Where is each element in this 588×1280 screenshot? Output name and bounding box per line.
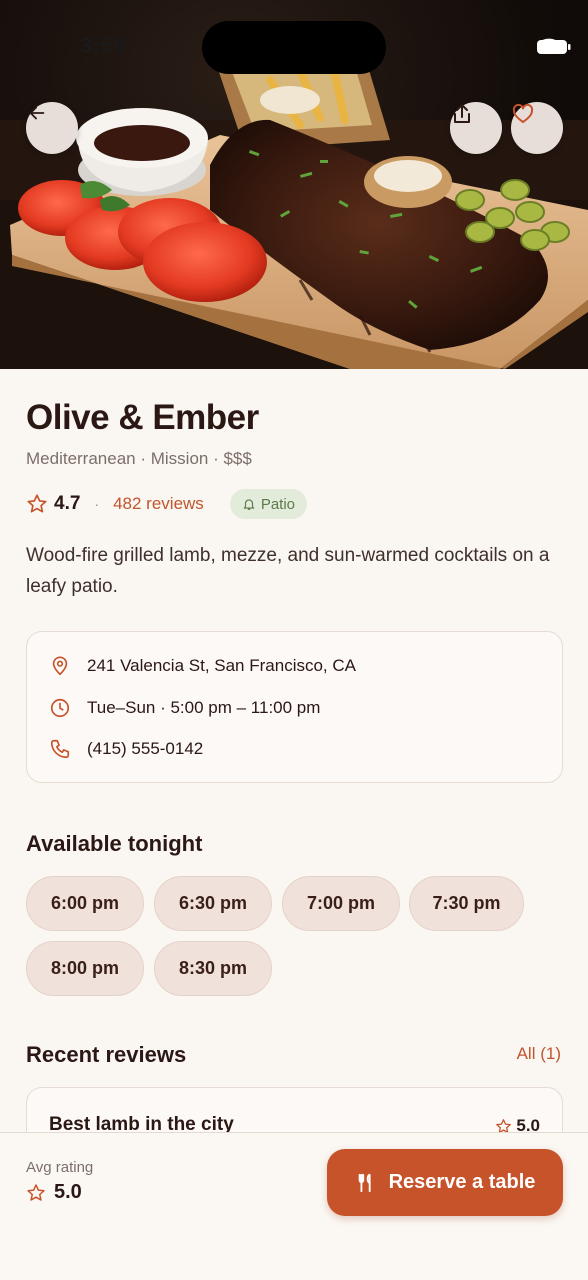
share-icon [454, 104, 470, 123]
phone-row[interactable]: (415) 555-0142 [49, 737, 203, 761]
star-icon [27, 494, 47, 513]
restaurant-name: Olive & Ember [26, 398, 259, 437]
reserve-button[interactable]: Reserve a table [327, 1149, 563, 1216]
clock-icon [50, 698, 70, 718]
utensils-icon [358, 1173, 371, 1192]
reviews-title: Recent reviews [26, 1042, 187, 1067]
separator-dot: · [94, 496, 100, 512]
avg-rating-value: 5.0 [54, 1181, 82, 1203]
available-title: Available tonight [26, 831, 203, 856]
star-icon [27, 1183, 45, 1201]
restaurant-description: Wood-fire grilled lamb, mezze, and sun-w… [26, 545, 550, 597]
time-slot[interactable]: 7:30 pm [409, 876, 524, 931]
heart-icon [512, 103, 534, 123]
back-button[interactable] [26, 102, 78, 154]
hero-image: 3:59 [0, 0, 588, 369]
reserve-button-label: Reserve a table [388, 1171, 536, 1193]
avg-rating: 5.0 [26, 1181, 82, 1204]
status-time: 3:59 [80, 33, 127, 58]
phone-text: (415) 555-0142 [87, 739, 204, 758]
bottom-bar: Avg rating 5.0 Reserve a table [0, 1132, 588, 1280]
time-slot[interactable]: 6:30 pm [154, 876, 272, 931]
phone-icon [50, 739, 70, 759]
address-row[interactable]: 241 Valencia St, San Francisco, CA [49, 654, 356, 678]
restaurant-meta: Mediterranean · Mission · $$$ [26, 449, 252, 468]
time-slot[interactable]: 6:00 pm [26, 876, 144, 931]
avg-rating-label: Avg rating [26, 1159, 94, 1176]
map-pin-icon [52, 656, 68, 676]
patio-badge: Patio [229, 489, 308, 519]
info-card: 241 Valencia St, San Francisco, CA Tue–S… [26, 631, 563, 783]
hours-text: Tue–Sun · 5:00 pm – 11:00 pm [87, 698, 321, 717]
time-slot[interactable]: 8:30 pm [154, 941, 272, 996]
all-reviews-link[interactable]: All (1) [517, 1044, 561, 1064]
reviews-link[interactable]: 482 reviews [113, 494, 204, 514]
share-button[interactable] [450, 102, 502, 154]
time-slot[interactable]: 7:00 pm [282, 876, 400, 931]
favorite-button[interactable] [511, 102, 563, 154]
rating-value: 4.7 [54, 493, 81, 514]
arrow-left-icon [29, 106, 45, 120]
rating-row: 4.7 · 482 reviews Patio [26, 488, 308, 520]
battery-icon [537, 40, 571, 54]
dynamic-island [202, 21, 386, 74]
hours-row: Tue–Sun · 5:00 pm – 11:00 pm [49, 696, 320, 720]
time-slot[interactable]: 8:00 pm [26, 941, 144, 996]
badge-label: Patio [260, 495, 296, 513]
bell-icon [243, 499, 255, 510]
address-text: 241 Valencia St, San Francisco, CA [87, 656, 356, 675]
